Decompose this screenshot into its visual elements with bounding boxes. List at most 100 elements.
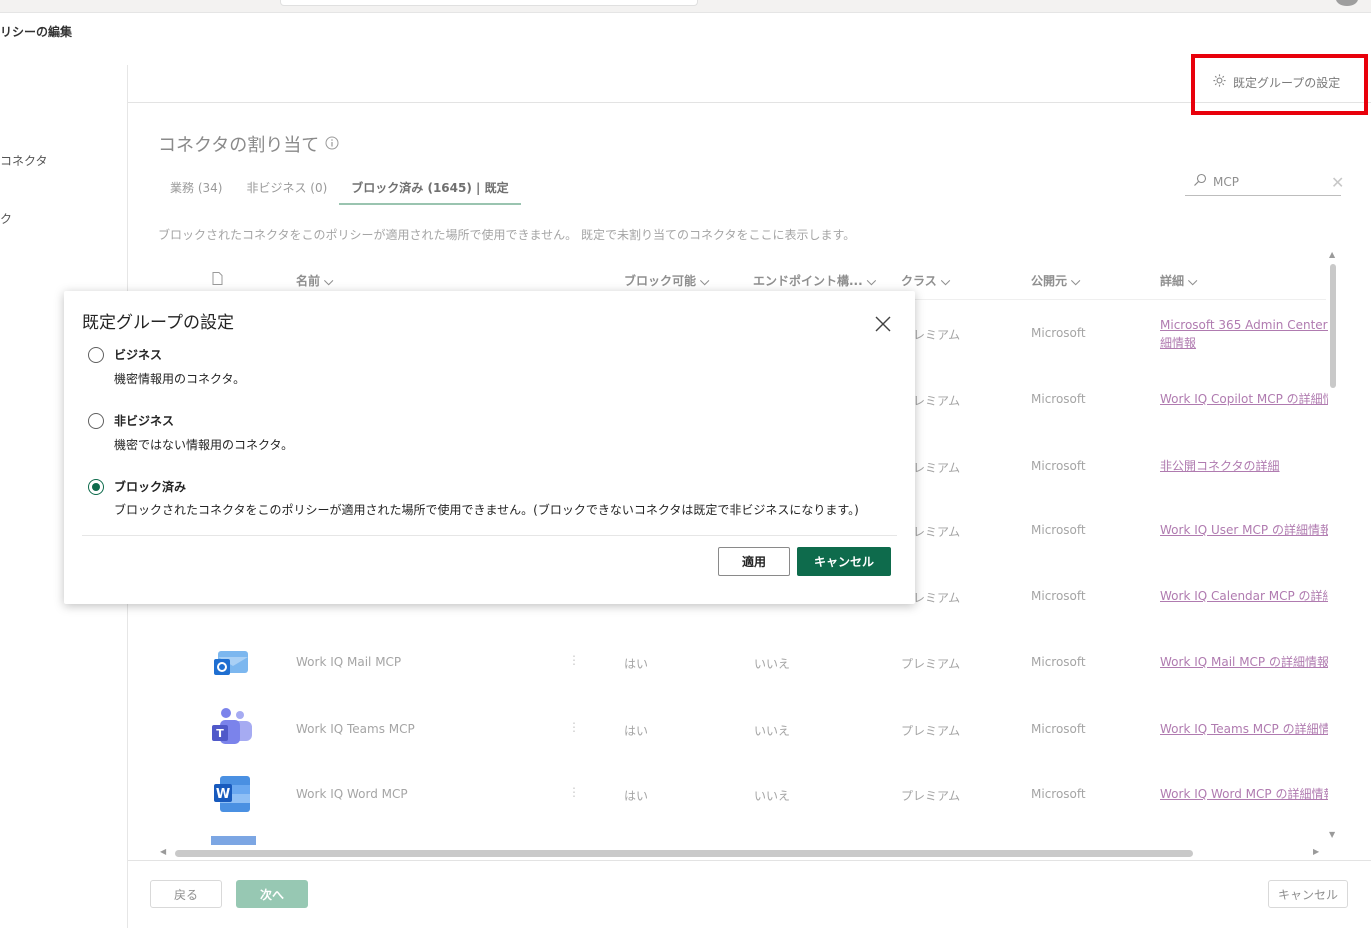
- cancel-button[interactable]: キャンセル: [1268, 880, 1348, 908]
- horizontal-scrollbar[interactable]: ◀ ▶: [160, 846, 1326, 860]
- vertical-scroll-thumb[interactable]: [1330, 264, 1336, 388]
- dialog-divider: [82, 535, 897, 536]
- class-cell: レミアム: [913, 525, 961, 539]
- table-row[interactable]: Work IQ Mail MCP ⋮ はい いいえ プレミアム Microsof…: [158, 631, 1328, 695]
- footer-bar: [128, 860, 1371, 928]
- option-blocked-label: ブロック済み: [114, 480, 187, 494]
- option-business[interactable]: ビジネス: [88, 346, 162, 363]
- column-header-details[interactable]: 詳細 ⌵: [1160, 272, 1197, 289]
- page-title: リシーの編集: [0, 25, 73, 39]
- publisher-cell: Microsoft: [1031, 655, 1086, 669]
- class-cell: プレミアム: [901, 657, 961, 671]
- leftnav-item-connectors[interactable]: コネクタ: [0, 152, 48, 169]
- scroll-down-icon[interactable]: ▼: [1329, 830, 1335, 839]
- option-blocked[interactable]: ブロック済み: [88, 478, 186, 495]
- option-business-label: ビジネス: [114, 348, 163, 362]
- details-link[interactable]: Work IQ Mail MCP の詳細情報: [1160, 653, 1328, 671]
- command-bar: [128, 65, 1371, 103]
- svg-text:W: W: [216, 787, 230, 802]
- leftnav-item-partial[interactable]: ク: [0, 210, 12, 227]
- blockable-cell: はい: [624, 724, 649, 738]
- publisher-cell: Microsoft: [1031, 787, 1086, 801]
- radio-business[interactable]: [88, 346, 104, 363]
- section-description: ブロックされたコネクタをこのポリシーが適用された場所で使用できません。 既定で未…: [158, 228, 856, 242]
- class-cell: プレミアム: [901, 789, 961, 803]
- connector-name[interactable]: Work IQ Word MCP: [296, 787, 408, 801]
- teams-icon: T: [210, 705, 252, 745]
- tab-blocked[interactable]: ブロック済み (1645) | 既定: [339, 177, 521, 205]
- publisher-cell: Microsoft: [1031, 326, 1086, 340]
- column-header-class[interactable]: クラス ⌵: [901, 272, 950, 289]
- column-header-name[interactable]: 名前 ⌵: [296, 272, 333, 289]
- endpoint-cell: いいえ: [754, 789, 791, 803]
- table-row[interactable]: T Work IQ Teams MCP ⋮ はい いいえ プレミアム Micro…: [158, 697, 1328, 761]
- document-icon: [212, 272, 223, 288]
- column-header-publisher[interactable]: 公開元 ⌵: [1031, 272, 1080, 289]
- back-button[interactable]: 戻る: [150, 880, 222, 908]
- class-cell: プレミアム: [901, 724, 961, 738]
- svg-text:T: T: [216, 727, 224, 740]
- section-title-text: コネクタの割り当て: [158, 135, 320, 156]
- next-row-icon-partial: [211, 836, 256, 845]
- blockable-cell: はい: [624, 657, 649, 671]
- more-options-icon[interactable]: ⋮: [568, 653, 580, 667]
- highlight-box: [1191, 54, 1368, 115]
- class-cell: レミアム: [913, 394, 961, 408]
- horizontal-scroll-thumb[interactable]: [175, 850, 1193, 857]
- details-link[interactable]: Work IQ Teams MCP の詳細情: [1160, 720, 1328, 738]
- option-non-business-label: 非ビジネス: [114, 414, 175, 428]
- section-title: コネクタの割り当て: [158, 131, 339, 157]
- tab-business[interactable]: 業務 (34): [158, 177, 234, 205]
- endpoint-cell: いいえ: [754, 657, 791, 671]
- vertical-scrollbar[interactable]: ▲ ▼: [1328, 250, 1338, 842]
- publisher-cell: Microsoft: [1031, 589, 1086, 603]
- tab-non-business[interactable]: 非ビジネス (0): [234, 177, 339, 205]
- search-icon: [1193, 173, 1207, 191]
- details-link[interactable]: Microsoft 365 Admin Center M: [1160, 316, 1328, 334]
- option-non-business-desc: 機密ではない情報用のコネクタ。: [114, 438, 294, 452]
- publisher-cell: Microsoft: [1031, 722, 1086, 736]
- blockable-cell: はい: [624, 789, 649, 803]
- details-link[interactable]: Work IQ Copilot MCP の詳細情: [1160, 390, 1328, 408]
- publisher-cell: Microsoft: [1031, 392, 1086, 406]
- publisher-cell: Microsoft: [1031, 523, 1086, 537]
- radio-non-business[interactable]: [88, 412, 104, 429]
- option-business-desc: 機密情報用のコネクタ。: [114, 372, 246, 386]
- column-header-endpoint[interactable]: エンドポイント構... ⌵: [753, 272, 876, 289]
- outlook-icon: [212, 643, 252, 683]
- search-input[interactable]: [1213, 175, 1313, 189]
- scroll-up-icon[interactable]: ▲: [1329, 250, 1335, 259]
- connector-name[interactable]: Work IQ Mail MCP: [296, 655, 401, 669]
- option-non-business[interactable]: 非ビジネス: [88, 412, 174, 429]
- class-cell: レミアム: [913, 461, 961, 475]
- scroll-right-icon[interactable]: ▶: [1313, 847, 1319, 856]
- close-icon[interactable]: [874, 315, 892, 333]
- details-link[interactable]: Work IQ Word MCP の詳細情報: [1160, 785, 1328, 803]
- details-link[interactable]: Work IQ Calendar MCP の詳細: [1160, 587, 1328, 605]
- details-link[interactable]: 非公開コネクタの詳細: [1160, 457, 1328, 475]
- next-button[interactable]: 次へ: [236, 880, 308, 908]
- details-link-continued[interactable]: 細情報: [1160, 334, 1328, 352]
- details-link[interactable]: Work IQ User MCP の詳細情報: [1160, 521, 1328, 539]
- option-blocked-desc: ブロックされたコネクタをこのポリシーが適用された場所で使用できません。(ブロック…: [114, 503, 859, 517]
- radio-blocked[interactable]: [88, 478, 104, 495]
- more-options-icon[interactable]: ⋮: [568, 785, 580, 799]
- dialog-title: 既定グループの設定: [82, 313, 234, 333]
- group-tabs: 業務 (34) 非ビジネス (0) ブロック済み (1645) | 既定: [158, 177, 521, 205]
- connector-name[interactable]: Work IQ Teams MCP: [296, 722, 415, 736]
- column-header-blockable[interactable]: ブロック可能 ⌵: [624, 272, 709, 289]
- global-search-box[interactable]: [280, 0, 698, 6]
- publisher-cell: Microsoft: [1031, 459, 1086, 473]
- apply-button[interactable]: 適用: [718, 547, 790, 576]
- dialog-cancel-button[interactable]: キャンセル: [797, 547, 891, 576]
- endpoint-cell: いいえ: [754, 724, 791, 738]
- table-row[interactable]: W Work IQ Word MCP ⋮ はい いいえ プレミアム Micros…: [158, 762, 1328, 826]
- default-group-dialog: 既定グループの設定 ビジネス 機密情報用のコネクタ。 非ビジネス 機密ではない情…: [64, 291, 915, 604]
- more-options-icon[interactable]: ⋮: [568, 720, 580, 734]
- close-icon[interactable]: ✕: [1331, 173, 1344, 192]
- info-icon[interactable]: [325, 134, 339, 155]
- scroll-left-icon[interactable]: ◀: [160, 847, 166, 856]
- class-cell: レミアム: [913, 591, 961, 605]
- connector-search: ✕: [1185, 169, 1344, 196]
- class-cell: レミアム: [913, 328, 961, 342]
